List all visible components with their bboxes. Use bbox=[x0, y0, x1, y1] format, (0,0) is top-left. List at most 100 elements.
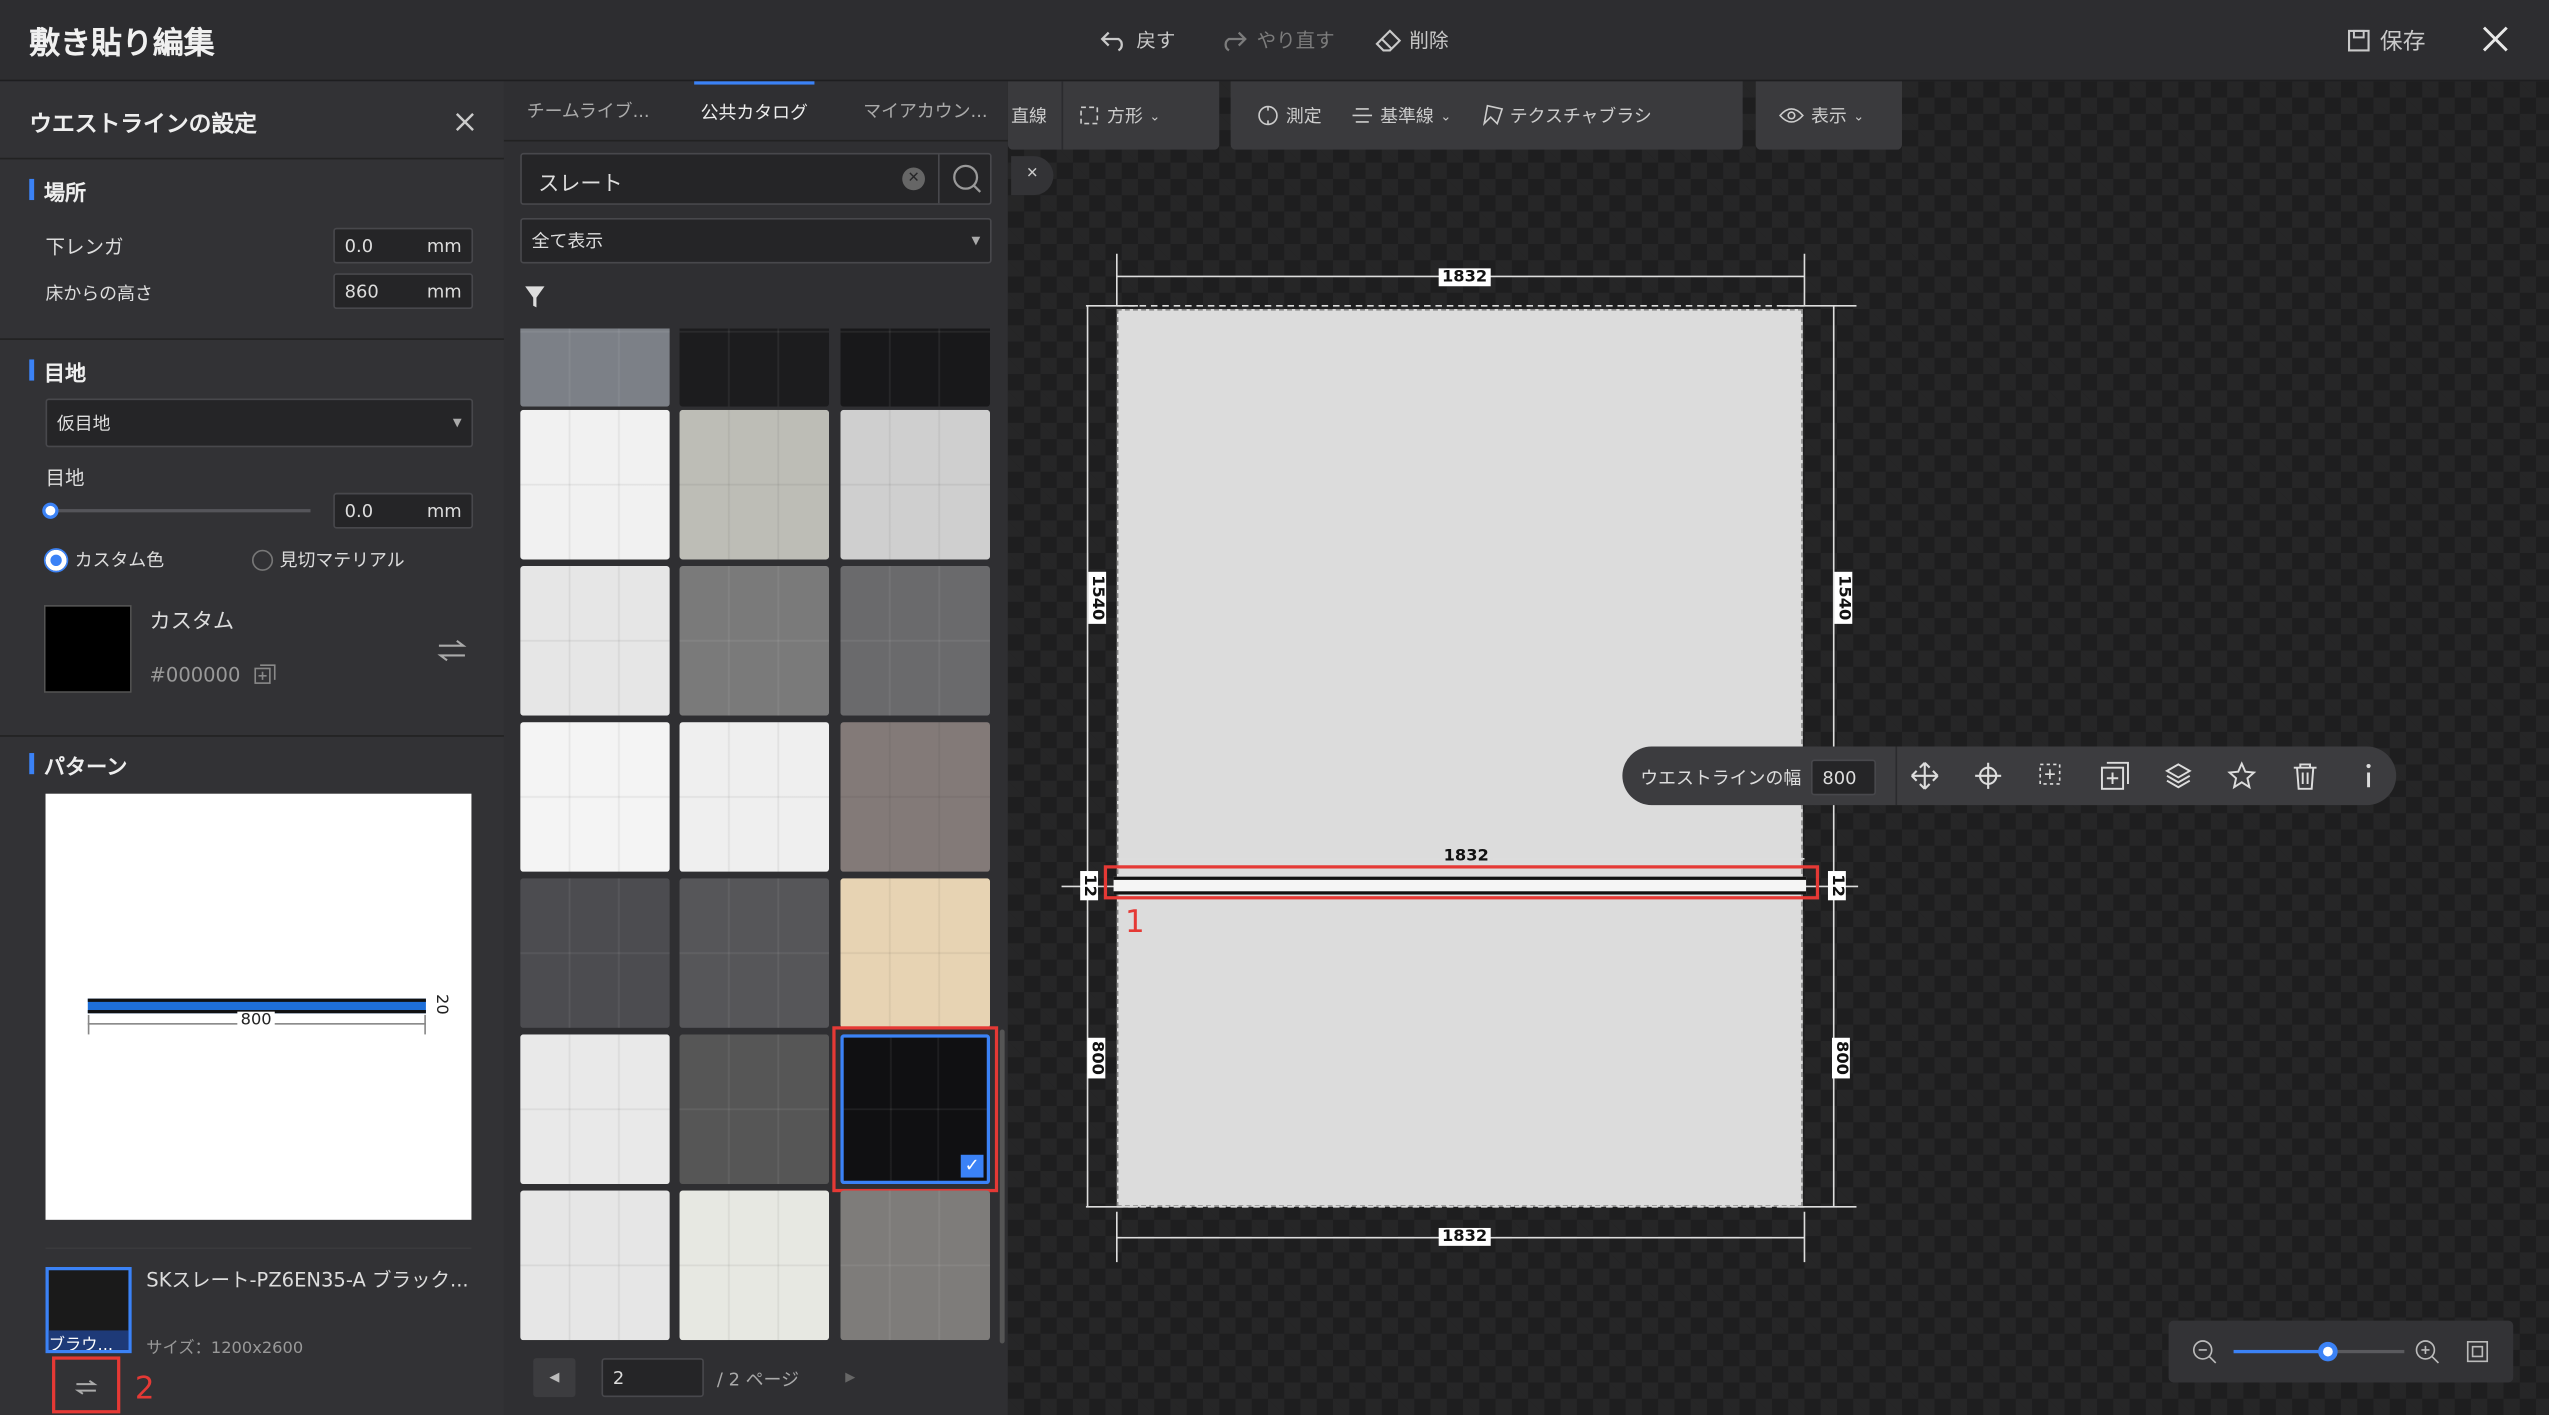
dim-left-lower: 800 bbox=[1087, 1037, 1106, 1079]
zoom-control bbox=[2168, 1320, 2514, 1383]
swap-icon[interactable] bbox=[437, 639, 467, 662]
panel-close-button[interactable] bbox=[454, 111, 477, 134]
undo-label: 戻す bbox=[1136, 29, 1176, 53]
material-tile[interactable] bbox=[679, 1190, 830, 1341]
color-swatch[interactable] bbox=[43, 605, 132, 693]
collapse-panel-button[interactable]: ✕ bbox=[1011, 156, 1054, 196]
measure-icon bbox=[1258, 105, 1278, 126]
layers-icon[interactable] bbox=[2164, 761, 2193, 790]
view-toolbar: 表示 ⌄ bbox=[1755, 81, 1902, 150]
close-window-button[interactable] bbox=[2481, 24, 2510, 53]
dropdown-icon: ▼ bbox=[452, 416, 462, 430]
pattern-heading: パターン bbox=[43, 756, 128, 781]
view-tool[interactable]: 表示 ⌄ bbox=[1756, 102, 1879, 128]
zoom-out-icon[interactable] bbox=[2191, 1339, 2217, 1365]
catalog-search-input[interactable]: スレート ✕ bbox=[520, 152, 992, 205]
material-tile[interactable] bbox=[679, 878, 830, 1028]
material-thumbnail[interactable]: ブラウ... bbox=[45, 1266, 132, 1354]
rectangle-icon bbox=[1080, 106, 1099, 125]
waistline-width-input[interactable]: 800 bbox=[1810, 759, 1876, 796]
material-tile[interactable] bbox=[840, 409, 991, 560]
grid-scrollbar[interactable] bbox=[999, 1029, 1005, 1344]
chevron-down-icon: ⌄ bbox=[1853, 108, 1865, 123]
dim-line: 1832 bbox=[1440, 847, 1493, 866]
zoom-slider-handle[interactable] bbox=[2317, 1341, 2338, 1362]
joint-slider-track[interactable] bbox=[50, 509, 311, 513]
dim-top: 1832 bbox=[1438, 268, 1491, 287]
center-icon[interactable] bbox=[1974, 761, 2003, 790]
material-tile[interactable] bbox=[840, 1190, 991, 1341]
material-tile[interactable] bbox=[520, 328, 670, 407]
baseline-tool[interactable]: 基準線 ⌄ bbox=[1336, 102, 1466, 128]
zoom-in-icon[interactable] bbox=[2414, 1339, 2440, 1365]
pattern-height-label: 20 bbox=[432, 993, 451, 1015]
radio-custom-color[interactable]: カスタム色 bbox=[43, 546, 164, 572]
star-icon[interactable] bbox=[2227, 761, 2257, 790]
waistline-float-toolbar: ウエストラインの幅 800 bbox=[1622, 746, 2397, 806]
material-tile[interactable] bbox=[520, 1190, 670, 1341]
material-tile[interactable] bbox=[520, 566, 670, 716]
material-tile[interactable] bbox=[520, 722, 670, 872]
app-title: 敷き貼り編集 bbox=[29, 26, 215, 62]
swap-material-icon[interactable] bbox=[74, 1379, 98, 1395]
line-tool[interactable]: 直線 bbox=[1008, 102, 1062, 128]
search-button[interactable] bbox=[937, 154, 992, 204]
page-total: / 2 ページ bbox=[716, 1369, 799, 1391]
measure-tool[interactable]: 測定 bbox=[1231, 102, 1337, 128]
info-icon[interactable] bbox=[2354, 761, 2383, 790]
copy-icon[interactable] bbox=[254, 664, 277, 687]
material-tile[interactable] bbox=[840, 566, 991, 716]
undo-icon bbox=[1100, 30, 1123, 51]
material-tile[interactable] bbox=[840, 722, 991, 872]
tab-my-account[interactable]: マイアカウン... bbox=[863, 81, 987, 140]
material-tile[interactable] bbox=[679, 409, 830, 560]
rect-tool[interactable]: 方形 ⌄ bbox=[1063, 102, 1175, 128]
tab-public-catalog[interactable]: 公共カタログ bbox=[694, 81, 815, 140]
redo-button[interactable]: やり直す bbox=[1219, 26, 1335, 54]
undo-button[interactable]: 戻す bbox=[1099, 26, 1175, 54]
pattern-preview: 800 20 bbox=[45, 793, 472, 1220]
floor-height-field[interactable]: 860 mm bbox=[333, 273, 474, 310]
fit-screen-icon[interactable] bbox=[2464, 1339, 2490, 1365]
delete-button[interactable]: 削除 bbox=[1375, 26, 1448, 54]
material-tile[interactable] bbox=[679, 1034, 830, 1185]
duplicate-icon[interactable] bbox=[2100, 761, 2129, 790]
delete-label: 削除 bbox=[1409, 29, 1449, 53]
filter-icon[interactable] bbox=[525, 286, 545, 309]
joint-slider-handle[interactable] bbox=[42, 502, 59, 519]
joint-width-field[interactable]: 0.0 mm bbox=[333, 492, 474, 529]
prev-page-button[interactable]: ◀ bbox=[533, 1358, 576, 1398]
color-name: カスタム bbox=[149, 609, 235, 635]
material-tile[interactable] bbox=[840, 878, 991, 1028]
material-tile[interactable] bbox=[679, 566, 830, 716]
material-tile[interactable] bbox=[520, 1034, 670, 1185]
annotation-box-3 bbox=[832, 1026, 999, 1193]
move-icon[interactable] bbox=[1910, 761, 1939, 790]
material-tile[interactable] bbox=[520, 878, 670, 1028]
material-tile[interactable] bbox=[840, 328, 991, 407]
clear-icon[interactable]: ✕ bbox=[902, 167, 925, 191]
tab-team-library[interactable]: チームライブ... bbox=[527, 81, 650, 140]
save-button[interactable]: 保存 bbox=[2346, 24, 2426, 57]
select-area-icon[interactable] bbox=[2037, 761, 2066, 790]
chevron-down-icon: ⌄ bbox=[1149, 108, 1161, 123]
radio-trim-material[interactable]: 見切マテリアル bbox=[251, 546, 405, 572]
trash-icon[interactable] bbox=[2291, 761, 2320, 790]
next-page-button[interactable]: ▶ bbox=[834, 1358, 867, 1397]
save-label: 保存 bbox=[2379, 29, 2426, 56]
brick-field[interactable]: 0.0 mm bbox=[333, 227, 474, 264]
material-tile[interactable] bbox=[679, 328, 830, 407]
joint-type-select[interactable]: 仮目地 ▼ bbox=[45, 398, 474, 448]
dim-band-right: 12 bbox=[1827, 871, 1846, 901]
waistline-settings-panel: ウエストラインの設定 場所 下レンガ 0.0 mm 床からの高さ 860 mm … bbox=[0, 81, 504, 1415]
texture-brush-tool[interactable]: テクスチャブラシ bbox=[1466, 102, 1667, 128]
material-tile[interactable] bbox=[679, 722, 830, 872]
search-icon bbox=[953, 164, 982, 193]
material-size: サイズ：1200x2600 bbox=[146, 1340, 304, 1359]
material-tile[interactable] bbox=[520, 409, 670, 560]
panel-title: ウエストラインの設定 bbox=[29, 112, 257, 139]
material-grid: ✓ bbox=[504, 328, 1008, 1347]
pattern-width-label: 800 bbox=[237, 1011, 275, 1030]
catalog-filter-select[interactable]: 全て表示 ▼ bbox=[520, 217, 992, 264]
page-input[interactable]: 2 bbox=[601, 1358, 704, 1398]
